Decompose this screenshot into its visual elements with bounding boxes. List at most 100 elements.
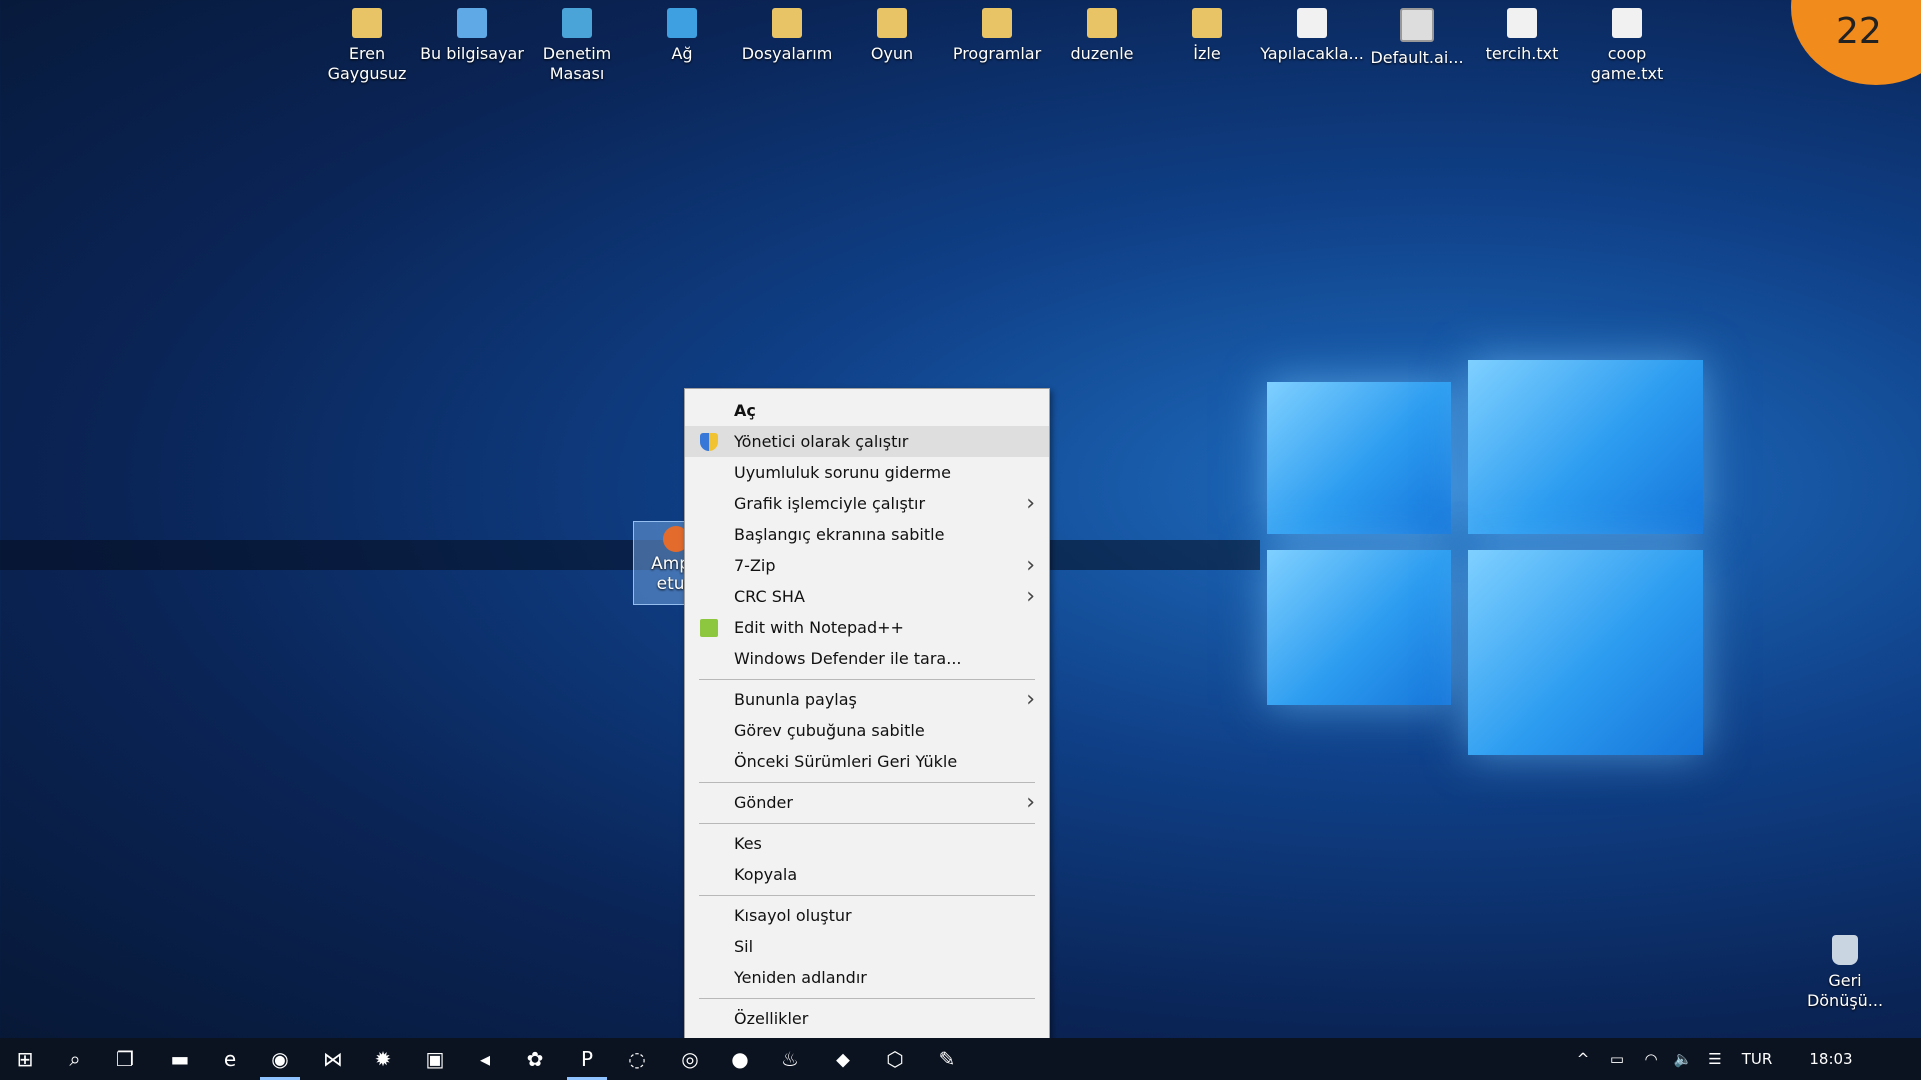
menu-item-label: Kopyala <box>734 865 798 884</box>
desktop-icon[interactable]: Bu bilgisayar <box>420 8 524 64</box>
menu-item[interactable]: Kes <box>685 828 1049 859</box>
desktop-icon[interactable]: coop game.txt <box>1575 8 1679 84</box>
desktop-icon[interactable]: Ağ <box>630 8 734 64</box>
language-indicator[interactable]: TUR <box>1737 1038 1777 1080</box>
menu-item[interactable]: Özellikler <box>685 1003 1049 1034</box>
desktop-icon-label: Default.ai... <box>1370 48 1464 67</box>
desktop-icon[interactable]: Oyun <box>840 8 944 64</box>
menu-item[interactable]: Sil <box>685 931 1049 962</box>
menu-item[interactable]: CRC SHA › <box>685 581 1049 612</box>
submenu-arrow-icon: › <box>1026 584 1035 609</box>
menu-item[interactable]: Grafik işlemciyle çalıştır › <box>685 488 1049 519</box>
desktop-icon[interactable]: Programlar <box>945 8 1049 64</box>
wifi-icon[interactable]: ◠ <box>1637 1038 1665 1080</box>
submenu-arrow-icon: › <box>1026 687 1035 712</box>
desktop-icon-label: coop game.txt <box>1590 44 1664 83</box>
uac-shield-icon <box>700 433 718 451</box>
recycle-bin-icon <box>1832 935 1858 965</box>
menu-item[interactable]: Yeniden adlandır <box>685 962 1049 993</box>
clock[interactable]: 18:03 <box>1801 1038 1861 1080</box>
menu-item-label: Aç <box>734 401 756 420</box>
menu-separator <box>699 895 1035 896</box>
recycle-bin-label: Geri Dönüşü... <box>1806 971 1884 1010</box>
battery-icon[interactable]: ▭ <box>1603 1038 1631 1080</box>
menu-item-label: Gönder <box>734 793 793 812</box>
menu-item[interactable]: Bununla paylaş › <box>685 684 1049 715</box>
desktop-icon[interactable]: tercih.txt <box>1470 8 1574 64</box>
unity-icon[interactable]: ◌ <box>622 1044 652 1074</box>
desktop-icon-label: Ağ <box>671 44 693 63</box>
volume-icon[interactable]: 🔈 <box>1669 1038 1697 1080</box>
desktop-icon[interactable]: Denetim Masası <box>525 8 629 84</box>
desktop-icon[interactable]: İzle <box>1155 8 1259 64</box>
menu-item[interactable]: Görev çubuğuna sabitle <box>685 715 1049 746</box>
desktop-icon-label: Denetim Masası <box>542 44 612 83</box>
task-view-icon[interactable]: ❐ <box>110 1044 140 1074</box>
visual-studio-icon[interactable]: ⋈ <box>318 1044 348 1074</box>
folder-icon <box>1087 8 1117 38</box>
menu-item[interactable]: Uyumluluk sorunu giderme <box>685 457 1049 488</box>
logo-pane <box>1267 382 1451 534</box>
edge-icon[interactable]: e <box>215 1044 245 1074</box>
menu-item[interactable]: Yönetici olarak çalıştır <box>685 426 1049 457</box>
menu-item-label: Bununla paylaş <box>734 690 857 709</box>
media-icon[interactable]: ◂ <box>470 1044 500 1074</box>
chrome-icon[interactable]: ◉ <box>265 1044 295 1074</box>
context-menu: Aç Yönetici olarak çalıştır Uyumluluk soru… <box>684 388 1050 1045</box>
desktop-icon[interactable]: Default.ai... <box>1365 8 1469 68</box>
package-icon[interactable]: ⬡ <box>880 1044 910 1074</box>
menu-item[interactable]: Kopyala <box>685 859 1049 890</box>
menu-item-label: Kes <box>734 834 762 853</box>
menu-item[interactable]: Başlangıç ekranına sabitle <box>685 519 1049 550</box>
folder-icon <box>772 8 802 38</box>
unity-hub-icon[interactable]: ▣ <box>420 1044 450 1074</box>
desktop-icon[interactable]: duzenle <box>1050 8 1154 64</box>
menu-item-label: Kısayol oluştur <box>734 906 852 925</box>
paint-icon[interactable]: ✿ <box>520 1044 550 1074</box>
origin-icon[interactable]: ● <box>725 1044 755 1074</box>
file-explorer-icon[interactable]: ▬ <box>165 1044 195 1074</box>
menu-item[interactable]: Windows Defender ile tara... <box>685 643 1049 674</box>
start-icon[interactable]: ⊞ <box>10 1044 40 1074</box>
menu-item[interactable]: Önceki Sürümleri Geri Yükle <box>685 746 1049 777</box>
menu-item[interactable]: Gönder › <box>685 787 1049 818</box>
menu-separator <box>699 823 1035 824</box>
steam-icon[interactable]: ♨ <box>775 1044 805 1074</box>
menu-item[interactable]: Edit with Notepad++ <box>685 612 1049 643</box>
slide-number-badge: 22 <box>1791 0 1921 85</box>
powerpoint-icon[interactable]: P <box>572 1044 602 1074</box>
control-panel-icon <box>562 8 592 38</box>
desktop-icon[interactable]: Yapılacakla... <box>1260 8 1364 64</box>
show-hidden-icons-chevron[interactable]: ^ <box>1571 1038 1595 1080</box>
desktop-icon-label: Eren Gaygusuz <box>327 44 407 83</box>
desktop-icon[interactable]: Dosyalarım <box>735 8 839 64</box>
desktop-icon-label: Bu bilgisayar <box>420 44 524 63</box>
wallpaper-shadow-band <box>0 540 1260 570</box>
menu-item-label: Yeniden adlandır <box>734 968 867 987</box>
desktop-icon-label: Dosyalarım <box>741 44 833 63</box>
menu-item[interactable]: Aç <box>685 395 1049 426</box>
text-file-icon <box>1297 8 1327 38</box>
desktop-icon-label: Programlar <box>952 44 1042 63</box>
search-icon[interactable]: ⌕ <box>60 1044 90 1074</box>
windows-logo-wallpaper <box>1255 320 1715 775</box>
recycle-bin[interactable]: Geri Dönüşü... <box>1793 935 1897 1011</box>
capture-icon[interactable]: ◎ <box>675 1044 705 1074</box>
menu-separator <box>699 679 1035 680</box>
menu-separator <box>699 782 1035 783</box>
menu-item-label: Yönetici olarak çalıştır <box>734 432 909 451</box>
paint3d-icon[interactable]: ✎ <box>932 1044 962 1074</box>
ime-icon[interactable]: ☰ <box>1701 1038 1729 1080</box>
uplay-icon[interactable]: ⬥ <box>828 1044 858 1074</box>
submenu-arrow-icon: › <box>1026 553 1035 578</box>
menu-item-label: Sil <box>734 937 754 956</box>
user-folder-icon <box>352 8 382 38</box>
menu-item[interactable]: Kısayol oluştur <box>685 900 1049 931</box>
network-icon <box>667 8 697 38</box>
menu-item[interactable]: 7-Zip › <box>685 550 1049 581</box>
desktop-icon-label: duzenle <box>1070 44 1134 63</box>
sqlite-icon[interactable]: ✹ <box>368 1044 398 1074</box>
desktop-icon[interactable]: Eren Gaygusuz <box>315 8 419 84</box>
text-file-icon <box>1507 8 1537 38</box>
menu-item-label: Windows Defender ile tara... <box>734 649 962 668</box>
